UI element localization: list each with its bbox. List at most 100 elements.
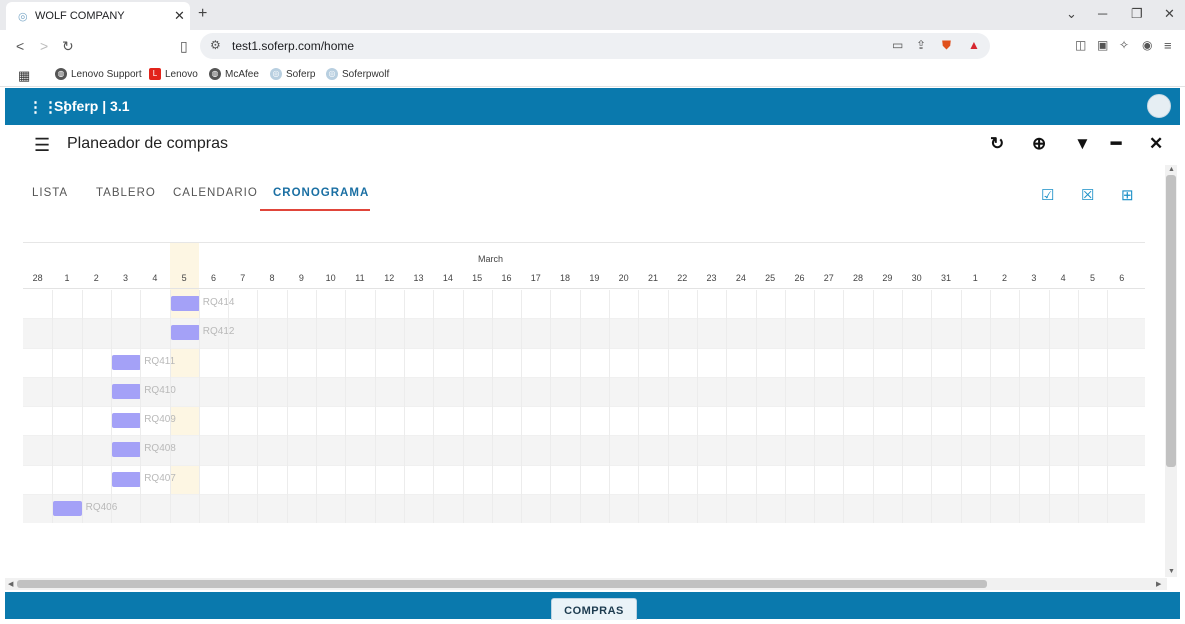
close-window-icon[interactable]: ✕	[1164, 6, 1175, 22]
grid-line	[110, 290, 112, 523]
globe-icon: ◍	[209, 68, 221, 80]
share-icon[interactable]: ⇪	[916, 38, 926, 52]
site-settings-icon[interactable]: ⚙	[210, 38, 221, 52]
day-label: 1	[972, 273, 978, 283]
tab-tablero[interactable]: TABLERO	[96, 187, 156, 199]
task-bar[interactable]	[111, 442, 141, 458]
reload-icon[interactable]: ↻	[62, 38, 74, 55]
grid-line	[609, 290, 610, 523]
day-label: 2	[93, 273, 99, 283]
gantt-row: RQ409	[23, 407, 1145, 437]
grid-line	[228, 290, 230, 523]
grid-line	[257, 290, 259, 523]
hamburger-menu-icon[interactable]: ☰	[34, 135, 50, 156]
add-list-icon[interactable]: ⊞	[1121, 186, 1134, 204]
bookmark-soferpwolf[interactable]: ◎ Soferpwolf	[326, 68, 389, 80]
sidebar-icon[interactable]: ◫	[1075, 38, 1086, 52]
cast-icon[interactable]: ▭	[892, 38, 903, 52]
grid-line	[345, 290, 347, 523]
gantt-row: RQ410	[23, 377, 1145, 408]
day-label: 26	[794, 273, 805, 283]
back-icon[interactable]: <	[16, 38, 24, 54]
task-label: RQ412	[202, 326, 235, 338]
restore-window-icon[interactable]: ❐	[1131, 6, 1143, 22]
task-bar[interactable]	[170, 325, 200, 341]
close-tab-icon[interactable]: ✕	[174, 8, 185, 24]
refresh-icon[interactable]: ↻	[990, 134, 1004, 154]
add-circle-icon[interactable]: ⊕	[1032, 134, 1046, 154]
forward-icon[interactable]: >	[40, 38, 48, 54]
bookmark-label: Soferpwolf	[342, 68, 390, 80]
bookmark-lenovo-support[interactable]: ◍ Lenovo Support	[55, 68, 142, 80]
gantt-row: RQ411	[23, 349, 1145, 378]
scroll-right-icon[interactable]: ▶	[1156, 580, 1161, 588]
grid-line	[316, 290, 317, 523]
minimize-window-icon[interactable]: ─	[1098, 6, 1107, 21]
apps-grid-icon[interactable]: ▦	[18, 68, 30, 84]
task-bar[interactable]	[111, 354, 141, 370]
task-bar[interactable]	[53, 501, 83, 517]
lenovo-logo-icon: L	[149, 68, 161, 80]
grid-line	[989, 290, 991, 523]
grid-line	[198, 290, 200, 523]
scroll-down-icon[interactable]: ▼	[1168, 568, 1175, 575]
minimize-icon[interactable]: ━	[1111, 134, 1121, 154]
approve-list-icon[interactable]: ☑	[1041, 186, 1054, 204]
day-label: 13	[413, 273, 424, 283]
bookmark-lenovo[interactable]: L Lenovo	[149, 68, 198, 80]
reject-list-icon[interactable]: ☒	[1081, 186, 1094, 204]
view-tabs: LISTA TABLERO CALENDARIO CRONOGRAMA ☑ ☒ …	[5, 176, 1180, 216]
brave-rewards-icon[interactable]: ▲	[968, 38, 980, 52]
bookmark-icon[interactable]: ▯	[180, 38, 188, 55]
grid-line	[140, 290, 142, 523]
horizontal-scrollbar-thumb[interactable]	[17, 580, 987, 588]
vertical-scrollbar-thumb[interactable]	[1166, 175, 1176, 467]
page-title: Planeador de compras	[67, 135, 228, 152]
task-bar[interactable]	[170, 296, 200, 311]
leo-ai-icon[interactable]: ✧	[1119, 38, 1129, 52]
grid-line	[550, 290, 552, 523]
avatar[interactable]	[1147, 94, 1171, 118]
scroll-left-icon[interactable]: ◀	[8, 580, 13, 588]
url-text[interactable]: test1.soferp.com/home	[232, 39, 354, 53]
tab-calendario[interactable]: CALENDARIO	[173, 187, 258, 199]
bookmark-soferp[interactable]: ◎ Soferp	[270, 68, 315, 80]
tab-lista[interactable]: LISTA	[32, 187, 68, 199]
url-field[interactable]: ⚙ test1.soferp.com/home ▭ ⇪ ⛊ ▲	[200, 33, 990, 59]
menu-icon[interactable]: ≡	[1164, 38, 1172, 53]
grid-line	[843, 290, 845, 523]
day-label: 18	[560, 273, 571, 283]
compras-button[interactable]: COMPRAS	[551, 598, 637, 620]
gantt-row: RQ412	[23, 319, 1145, 349]
task-bar[interactable]	[111, 413, 141, 429]
day-label: 1	[64, 273, 70, 283]
vpn-icon[interactable]: ◉	[1142, 38, 1152, 52]
new-tab-icon[interactable]: +	[198, 5, 207, 23]
scroll-up-icon[interactable]: ▲	[1168, 166, 1175, 173]
globe-icon: ◍	[55, 68, 67, 80]
task-bar[interactable]	[111, 471, 141, 487]
wallet-icon[interactable]: ▣	[1097, 38, 1108, 52]
grid-line	[960, 290, 962, 523]
day-label: 27	[823, 273, 834, 283]
brave-shield-icon[interactable]: ⛊	[942, 38, 951, 53]
grid-line	[169, 290, 171, 523]
grid-line	[726, 290, 728, 523]
bookmark-mcafee[interactable]: ◍ McAfee	[209, 68, 259, 80]
browser-tab-bar: ◎ WOLF COMPANY ✕ + ⌄ ─ ❐ ✕	[0, 0, 1185, 30]
tab-cronograma[interactable]: CRONOGRAMA	[273, 187, 369, 199]
gantt-row: RQ407	[23, 466, 1145, 496]
site-favicon-icon: ◎	[18, 11, 28, 23]
day-label: 28	[853, 273, 864, 283]
grid-line	[872, 290, 874, 523]
task-bar[interactable]	[111, 383, 141, 399]
soferp-favicon-icon: ◎	[326, 68, 338, 80]
tab-list-chevron-icon[interactable]: ⌄	[1066, 6, 1077, 22]
day-label: 5	[181, 273, 187, 283]
task-label: RQ406	[85, 502, 118, 514]
browser-tab[interactable]: ◎ WOLF COMPANY ✕	[6, 2, 190, 30]
filter-icon[interactable]: ▼	[1074, 134, 1091, 154]
month-label: March	[478, 254, 504, 264]
grid-line	[433, 290, 435, 523]
close-icon[interactable]: ✕	[1149, 134, 1163, 154]
